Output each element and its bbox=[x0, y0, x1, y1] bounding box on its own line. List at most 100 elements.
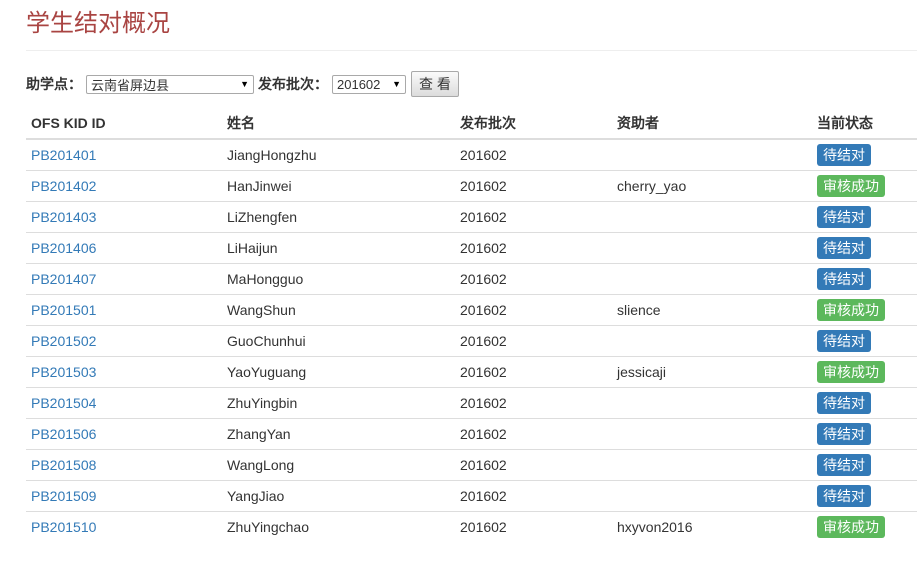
student-name-cell: LiHaijun bbox=[222, 231, 455, 263]
status-badge: 待结对 bbox=[817, 453, 871, 476]
kid-id-link[interactable]: PB201502 bbox=[31, 333, 96, 349]
table-header-row: OFS KID ID 姓名 发布批次 资助者 当前状态 bbox=[26, 108, 917, 140]
status-badge: 待结对 bbox=[817, 236, 871, 259]
sponsor-cell: cherry_yao bbox=[612, 169, 812, 201]
status-cell: 待结对 bbox=[812, 262, 917, 294]
kid-id-cell: PB201508 bbox=[26, 448, 222, 480]
batch-select[interactable]: 201602 ▼ bbox=[332, 74, 406, 94]
column-header-batch: 发布批次 bbox=[455, 108, 612, 140]
kid-id-link[interactable]: PB201503 bbox=[31, 364, 96, 380]
kid-id-link[interactable]: PB201501 bbox=[31, 302, 96, 318]
status-badge: 待结对 bbox=[817, 205, 871, 228]
kid-id-cell: PB201504 bbox=[26, 386, 222, 418]
kid-id-link[interactable]: PB201506 bbox=[31, 426, 96, 442]
kid-id-cell: PB201501 bbox=[26, 293, 222, 325]
kid-id-link[interactable]: PB201407 bbox=[31, 271, 96, 287]
sponsor-cell: slience bbox=[612, 293, 812, 325]
sponsor-cell bbox=[612, 479, 812, 511]
view-button[interactable]: 查 看 bbox=[411, 71, 459, 97]
title-divider bbox=[26, 50, 917, 51]
batch-cell: 201602 bbox=[455, 293, 612, 325]
chevron-down-icon: ▼ bbox=[240, 79, 249, 89]
page-title: 学生结对概况 bbox=[26, 10, 170, 37]
column-header-id: OFS KID ID bbox=[26, 108, 222, 140]
kid-id-cell: PB201407 bbox=[26, 262, 222, 294]
table-row: PB201506 ZhangYan 201602 待结对 bbox=[26, 417, 917, 449]
table-row: PB201503 YaoYuguang 201602 jessicaji 审核成功 bbox=[26, 355, 917, 387]
status-cell: 待结对 bbox=[812, 231, 917, 263]
student-name-cell: WangShun bbox=[222, 293, 455, 325]
table-row: PB201510 ZhuYingchao 201602 hxyvon2016 审核成功 bbox=[26, 510, 917, 542]
sponsor-cell bbox=[612, 231, 812, 263]
site-label: 助学点： bbox=[26, 76, 82, 92]
status-badge: 审核成功 bbox=[817, 298, 885, 321]
column-header-name: 姓名 bbox=[222, 108, 455, 140]
status-badge: 审核成功 bbox=[817, 360, 885, 383]
kid-id-link[interactable]: PB201508 bbox=[31, 457, 96, 473]
batch-cell: 201602 bbox=[455, 262, 612, 294]
sponsor-cell bbox=[612, 139, 812, 170]
status-cell: 待结对 bbox=[812, 417, 917, 449]
filter-bar: 助学点： 云南省屏边县 ▼ 发布批次： 201602 ▼ 查 看 bbox=[26, 71, 459, 97]
sponsor-cell: hxyvon2016 bbox=[612, 510, 812, 542]
status-cell: 待结对 bbox=[812, 324, 917, 356]
chevron-down-icon: ▼ bbox=[392, 79, 401, 89]
sponsor-cell bbox=[612, 448, 812, 480]
sponsor-cell bbox=[612, 386, 812, 418]
student-name-cell: YangJiao bbox=[222, 479, 455, 511]
status-badge: 待结对 bbox=[817, 267, 871, 290]
batch-cell: 201602 bbox=[455, 355, 612, 387]
sponsor-cell bbox=[612, 417, 812, 449]
batch-cell: 201602 bbox=[455, 231, 612, 263]
student-name-cell: YaoYuguang bbox=[222, 355, 455, 387]
kid-id-cell: PB201506 bbox=[26, 417, 222, 449]
kid-id-cell: PB201510 bbox=[26, 510, 222, 542]
table-row: PB201504 ZhuYingbin 201602 待结对 bbox=[26, 386, 917, 418]
table-row: PB201509 YangJiao 201602 待结对 bbox=[26, 479, 917, 511]
batch-cell: 201602 bbox=[455, 479, 612, 511]
status-cell: 待结对 bbox=[812, 200, 917, 232]
kid-id-cell: PB201406 bbox=[26, 231, 222, 263]
status-cell: 待结对 bbox=[812, 139, 917, 170]
table-row: PB201401 JiangHongzhu 201602 待结对 bbox=[26, 139, 917, 170]
table-row: PB201406 LiHaijun 201602 待结对 bbox=[26, 231, 917, 263]
table-row: PB201407 MaHongguo 201602 待结对 bbox=[26, 262, 917, 294]
kid-id-link[interactable]: PB201401 bbox=[31, 147, 96, 163]
sponsor-cell bbox=[612, 262, 812, 294]
sponsor-cell bbox=[612, 324, 812, 356]
status-badge: 待结对 bbox=[817, 329, 871, 352]
student-name-cell: ZhangYan bbox=[222, 417, 455, 449]
table-row: PB201502 GuoChunhui 201602 待结对 bbox=[26, 324, 917, 356]
batch-select-value: 201602 bbox=[337, 76, 381, 92]
student-name-cell: WangLong bbox=[222, 448, 455, 480]
kid-id-link[interactable]: PB201509 bbox=[31, 488, 96, 504]
status-badge: 审核成功 bbox=[817, 515, 885, 538]
status-badge: 待结对 bbox=[817, 391, 871, 414]
student-pairing-table: OFS KID ID 姓名 发布批次 资助者 当前状态 PB201401 Jian… bbox=[26, 108, 917, 542]
student-name-cell: LiZhengfen bbox=[222, 200, 455, 232]
status-cell: 待结对 bbox=[812, 386, 917, 418]
batch-cell: 201602 bbox=[455, 510, 612, 542]
batch-label: 发布批次： bbox=[258, 76, 328, 92]
kid-id-link[interactable]: PB201403 bbox=[31, 209, 96, 225]
site-select[interactable]: 云南省屏边县 ▼ bbox=[86, 74, 254, 94]
kid-id-link[interactable]: PB201504 bbox=[31, 395, 96, 411]
status-badge: 待结对 bbox=[817, 422, 871, 445]
status-badge: 待结对 bbox=[817, 143, 871, 166]
kid-id-cell: PB201502 bbox=[26, 324, 222, 356]
kid-id-link[interactable]: PB201510 bbox=[31, 519, 96, 535]
batch-cell: 201602 bbox=[455, 200, 612, 232]
status-cell: 审核成功 bbox=[812, 355, 917, 387]
sponsor-cell: jessicaji bbox=[612, 355, 812, 387]
kid-id-cell: PB201509 bbox=[26, 479, 222, 511]
kid-id-link[interactable]: PB201406 bbox=[31, 240, 96, 256]
status-cell: 审核成功 bbox=[812, 169, 917, 201]
sponsor-cell bbox=[612, 200, 812, 232]
batch-cell: 201602 bbox=[455, 448, 612, 480]
batch-cell: 201602 bbox=[455, 324, 612, 356]
kid-id-cell: PB201402 bbox=[26, 169, 222, 201]
batch-cell: 201602 bbox=[455, 386, 612, 418]
table-row: PB201501 WangShun 201602 slience 审核成功 bbox=[26, 293, 917, 325]
kid-id-link[interactable]: PB201402 bbox=[31, 178, 96, 194]
table-row: PB201402 HanJinwei 201602 cherry_yao 审核成功 bbox=[26, 169, 917, 201]
